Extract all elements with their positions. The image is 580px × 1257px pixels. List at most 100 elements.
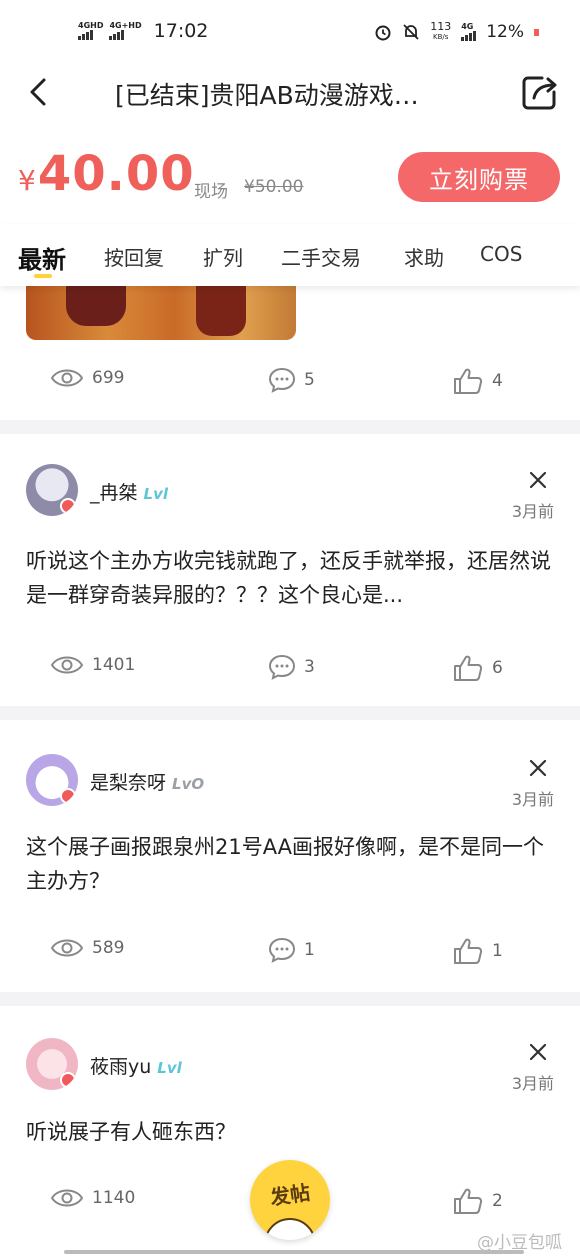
new-post-button[interactable]: 发帖 — [250, 1160, 330, 1240]
avatar[interactable] — [26, 464, 78, 516]
comment-count-value: 3 — [304, 657, 315, 677]
comment-icon — [268, 654, 296, 680]
tab-latest[interactable]: 最新 — [18, 240, 66, 275]
battery-percent: 12% — [486, 22, 524, 42]
comment-count-value: 1 — [304, 940, 315, 960]
thumbs-up-icon — [454, 655, 483, 681]
eye-icon — [50, 369, 84, 387]
username-text: 莜雨yu — [90, 1056, 152, 1078]
post-stats: 1401 3 6 — [0, 654, 580, 684]
home-indicator[interactable] — [64, 1250, 524, 1254]
like-count[interactable]: 1 — [452, 937, 503, 965]
network-label-2: 4G+HD — [109, 21, 142, 30]
comment-count[interactable]: 3 — [268, 654, 315, 680]
net-speed: 113 KB/s — [430, 20, 452, 41]
nav-bar: [已结束]贵阳AB动漫游戏… — [0, 62, 580, 122]
level-dot — [60, 498, 76, 514]
username[interactable]: 莜雨yu Lvl — [90, 1052, 182, 1079]
new-post-label: 发帖 — [268, 1179, 312, 1210]
username[interactable]: 是梨奈呀 LvO — [90, 768, 204, 795]
network-label: 4GHD — [78, 21, 104, 30]
like-count-value: 2 — [492, 1191, 503, 1211]
username-text: _冉桀 — [90, 482, 138, 504]
tab-by-reply[interactable]: 按回复 — [104, 242, 164, 271]
thumbs-up-icon — [454, 368, 483, 394]
post-card[interactable]: 是梨奈呀 LvO 3月前 这个展子画报跟泉州21号AA画报好像啊，是不是同一个主办… — [0, 720, 580, 992]
post-image[interactable] — [26, 286, 296, 340]
view-count-value: 1401 — [92, 655, 136, 675]
network-label-3: 4G — [461, 22, 474, 31]
eye-icon — [50, 1189, 84, 1207]
post-stats: 699 5 4 — [0, 367, 580, 397]
post-card[interactable]: 699 5 4 — [0, 286, 580, 420]
close-icon[interactable] — [528, 758, 548, 778]
share-icon[interactable] — [520, 72, 560, 112]
post-stats: 589 1 1 — [0, 937, 580, 967]
battery-low-icon — [534, 29, 539, 36]
mute-bell-icon — [403, 24, 419, 40]
status-right: 113 KB/s 4G 12% — [374, 20, 540, 42]
like-count-value: 6 — [492, 658, 503, 678]
tab-active-indicator — [34, 274, 52, 278]
status-left: 4GHD 4G+HD 17:02 — [78, 20, 208, 42]
tab-expand-list[interactable]: 扩列 — [203, 242, 243, 271]
post-text[interactable]: 听说展子有人砸东西？ — [26, 1115, 556, 1149]
close-icon[interactable] — [528, 1042, 548, 1062]
signal-icon: 4GHD — [78, 22, 103, 40]
avatar[interactable] — [26, 754, 78, 806]
post-feed[interactable]: 699 5 4 _冉桀 Lvl 3月前 听说这个主办方收完钱就跑了，还反手就举报，… — [0, 286, 580, 1257]
buy-ticket-button[interactable]: 立刻购票 — [398, 152, 560, 202]
view-count-value: 1140 — [92, 1188, 136, 1208]
like-count-value: 4 — [492, 371, 503, 391]
like-count[interactable]: 6 — [452, 654, 503, 682]
page-title: [已结束]贵阳AB动漫游戏… — [115, 81, 419, 110]
view-count: 1140 — [50, 1187, 135, 1209]
back-icon[interactable] — [22, 74, 58, 110]
comment-icon — [268, 367, 296, 393]
tab-bar: 最新 按回复 扩列 二手交易 求助 COS — [0, 224, 580, 286]
post-text[interactable]: 听说这个主办方收完钱就跑了，还反手就举报，还居然说是一群穿奇装异服的？？？这个良… — [26, 544, 556, 612]
like-count-value: 1 — [492, 941, 503, 961]
view-count: 589 — [50, 937, 124, 959]
level-dot — [60, 1072, 76, 1088]
level-badge: Lvl — [157, 1059, 182, 1077]
post-card[interactable]: _冉桀 Lvl 3月前 听说这个主办方收完钱就跑了，还反手就举报，还居然说是一群穿… — [0, 434, 580, 706]
view-count: 699 — [50, 367, 124, 389]
view-count-value: 699 — [92, 368, 125, 388]
comment-icon — [268, 937, 296, 963]
comment-count[interactable]: 1 — [268, 937, 315, 963]
signal-icon-2: 4G+HD — [109, 21, 142, 40]
comment-count-value: 5 — [304, 370, 315, 390]
avatar[interactable] — [26, 1038, 78, 1090]
post-time: 3月前 — [511, 502, 554, 521]
view-count: 1401 — [50, 654, 135, 676]
post-time: 3月前 — [511, 790, 554, 809]
thumbs-up-icon — [454, 1188, 483, 1214]
username[interactable]: _冉桀 Lvl — [90, 478, 168, 505]
tab-help[interactable]: 求助 — [404, 242, 444, 271]
comment-count[interactable]: 5 — [268, 367, 315, 393]
eye-icon — [50, 656, 84, 674]
mascot-icon — [264, 1218, 316, 1240]
alarm-icon — [375, 25, 391, 41]
tab-cos[interactable]: COS — [480, 242, 522, 266]
view-count-value: 589 — [92, 938, 125, 958]
level-badge: Lvl — [143, 485, 168, 503]
price-bar: ¥ 40.00 现场 ¥50.00 立刻购票 — [0, 122, 580, 224]
signal-icon-3: 4G — [461, 22, 477, 41]
username-text: 是梨奈呀 — [90, 772, 167, 794]
status-bar: 4GHD 4G+HD 17:02 113 KB/s 4G 12% — [0, 0, 580, 62]
like-count[interactable]: 2 — [452, 1187, 503, 1215]
like-count[interactable]: 4 — [452, 367, 503, 395]
currency-symbol: ¥ — [18, 164, 36, 197]
onsite-label: 现场 — [194, 182, 228, 202]
level-badge: LvO — [172, 775, 205, 793]
tab-secondhand[interactable]: 二手交易 — [281, 242, 361, 271]
eye-icon — [50, 939, 84, 957]
post-time: 3月前 — [511, 1074, 554, 1093]
ticket-price: ¥ 40.00 — [18, 146, 195, 202]
post-text[interactable]: 这个展子画报跟泉州21号AA画报好像啊，是不是同一个主办方？ — [26, 830, 556, 898]
clock: 17:02 — [153, 20, 209, 42]
close-icon[interactable] — [528, 470, 548, 490]
thumbs-up-icon — [454, 938, 483, 964]
